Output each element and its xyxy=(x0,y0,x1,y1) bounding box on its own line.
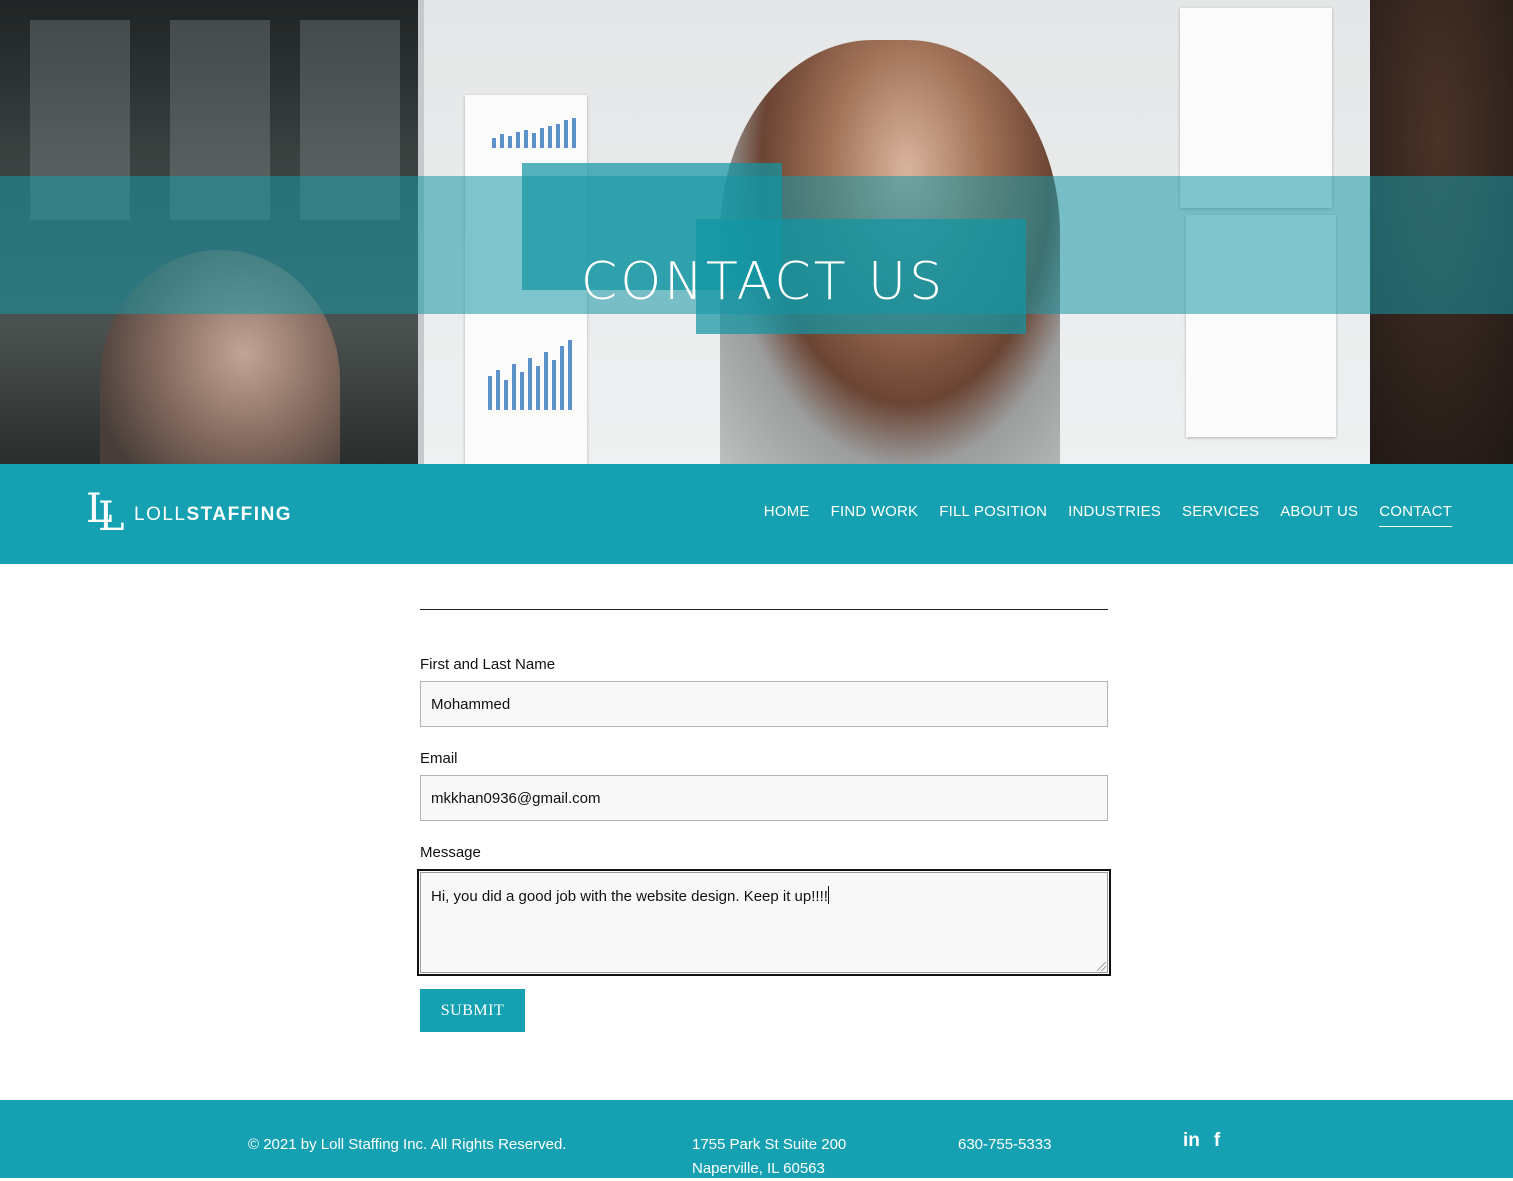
contact-form: First and Last Name Mohammed Email mkkha… xyxy=(417,609,1111,1032)
footer-copyright: © 2021 by Loll Staffing Inc. All Rights … xyxy=(248,1136,567,1153)
facebook-icon[interactable]: f xyxy=(1214,1130,1220,1152)
form-divider xyxy=(420,609,1108,610)
linkedin-icon[interactable]: in xyxy=(1183,1130,1200,1152)
name-input[interactable]: Mohammed xyxy=(420,681,1108,727)
logo-mark-icon: L L xyxy=(86,486,125,540)
text-caret xyxy=(827,886,829,904)
footer-social-links: in f xyxy=(1183,1130,1220,1152)
name-label: First and Last Name xyxy=(420,656,556,673)
footer-address: 1755 Park St Suite 200 Naperville, IL 60… xyxy=(692,1133,846,1181)
footer-address-line2: Naperville, IL 60563 xyxy=(692,1160,825,1177)
site-logo[interactable]: L L LOLLSTAFFING xyxy=(86,486,293,540)
logo-wordmark: LOLLSTAFFING xyxy=(134,504,293,525)
nav-item-home[interactable]: HOME xyxy=(764,503,810,527)
email-label: Email xyxy=(420,750,458,767)
nav-item-industries[interactable]: INDUSTRIES xyxy=(1068,503,1161,527)
nav-item-find-work[interactable]: FIND WORK xyxy=(831,503,919,527)
message-label: Message xyxy=(420,844,481,861)
email-field-group: Email mkkhan0936@gmail.com xyxy=(420,750,1108,821)
hero-banner: CONTACT US xyxy=(0,0,1513,464)
nav-menu: HOME FIND WORK FILL POSITION INDUSTRIES … xyxy=(764,503,1452,527)
nav-item-about-us[interactable]: ABOUT US xyxy=(1280,503,1358,527)
message-text: Hi, you did a good job with the website … xyxy=(431,888,828,905)
footer-phone[interactable]: 630-755-5333 xyxy=(958,1133,1051,1157)
nav-item-fill-position[interactable]: FILL POSITION xyxy=(939,503,1047,527)
name-field-group: First and Last Name Mohammed xyxy=(420,656,1108,727)
footer-address-line1: 1755 Park St Suite 200 xyxy=(692,1136,847,1153)
main-navigation: L L LOLLSTAFFING HOME FIND WORK FILL POS… xyxy=(0,464,1513,564)
page-title: CONTACT US xyxy=(580,252,946,312)
site-footer: © 2021 by Loll Staffing Inc. All Rights … xyxy=(0,1100,1513,1178)
nav-item-services[interactable]: SERVICES xyxy=(1182,503,1259,527)
nav-item-contact[interactable]: CONTACT xyxy=(1379,503,1452,527)
email-input[interactable]: mkkhan0936@gmail.com xyxy=(420,775,1108,821)
message-textarea[interactable]: Hi, you did a good job with the website … xyxy=(417,869,1111,976)
resize-handle-icon[interactable] xyxy=(1097,962,1106,971)
submit-button[interactable]: SUBMIT xyxy=(420,989,525,1032)
message-field-group: Message Hi, you did a good job with the … xyxy=(417,844,1111,976)
